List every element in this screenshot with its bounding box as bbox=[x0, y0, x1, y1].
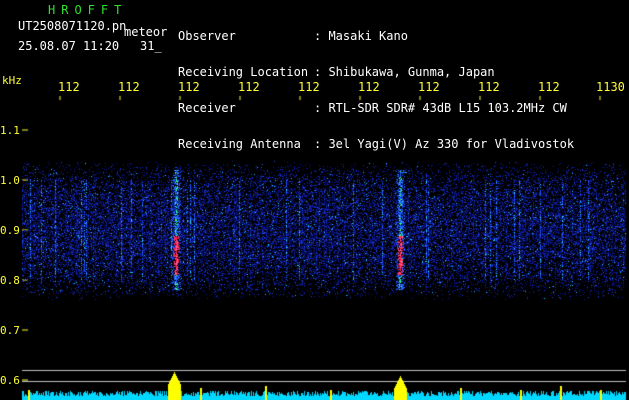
station-value: : 3el Yagi(V) Az 330 for Vladivostok bbox=[314, 137, 575, 151]
date-time: 25.08.07 11:20 bbox=[18, 39, 120, 53]
station-value: : RTL-SDR SDR# 43dB L15 103.2MHz CW bbox=[314, 101, 567, 115]
station-key: Receiving Location bbox=[178, 65, 309, 79]
x-tick: 112 bbox=[478, 80, 500, 94]
file-name: UT2508071120.pn bbox=[18, 19, 127, 33]
x-tick: 112 bbox=[358, 80, 380, 94]
meteor-label: meteor bbox=[124, 25, 168, 39]
station-row-observer: Observer : Masaki Kano bbox=[178, 30, 574, 42]
y-tick: 0.7 bbox=[0, 324, 20, 337]
y-axis-unit: kHz bbox=[2, 74, 22, 87]
station-value: : Masaki Kano bbox=[314, 29, 408, 43]
hrofft-logo: HROFFT bbox=[48, 3, 128, 17]
station-row-receiver: Receiver : RTL-SDR SDR# 43dB L15 103.2MHz… bbox=[178, 102, 574, 114]
x-tick: 1130 bbox=[596, 80, 625, 94]
x-tick: 112 bbox=[538, 80, 560, 94]
station-row-antenna: Receiving Antenna : 3el Yagi(V) Az 330 fo… bbox=[178, 138, 574, 150]
x-tick: 112 bbox=[418, 80, 440, 94]
y-tick: 0.8 bbox=[0, 274, 20, 287]
station-key: Observer bbox=[178, 29, 236, 43]
station-row-location: Receiving Location : Shibukawa, Gunma, Ja… bbox=[178, 66, 574, 78]
x-tick: 112 bbox=[238, 80, 260, 94]
meteor-count: 31_ bbox=[140, 39, 162, 53]
station-value: : Shibukawa, Gunma, Japan bbox=[314, 65, 495, 79]
x-tick: 112 bbox=[298, 80, 320, 94]
y-tick: 0.6 bbox=[0, 374, 20, 387]
station-key: Receiver bbox=[178, 101, 236, 115]
x-tick: 112 bbox=[178, 80, 200, 94]
y-tick: 1.0 bbox=[0, 174, 20, 187]
x-tick: 112 bbox=[118, 80, 140, 94]
station-key: Receiving Antenna bbox=[178, 137, 301, 151]
y-tick: 1.1 bbox=[0, 124, 20, 137]
y-tick: 0.9 bbox=[0, 224, 20, 237]
x-tick: 112 bbox=[58, 80, 80, 94]
